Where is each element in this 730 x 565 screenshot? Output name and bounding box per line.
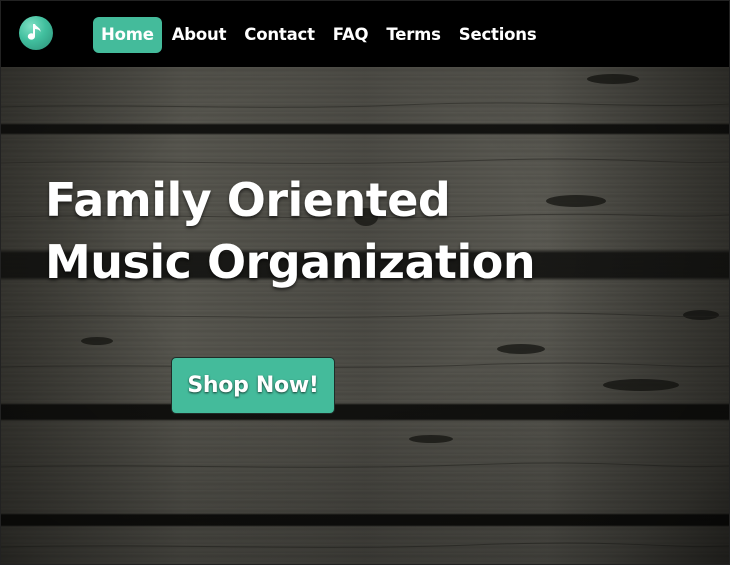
nav-terms[interactable]: Terms	[378, 17, 448, 53]
nav-about[interactable]: About	[164, 17, 235, 53]
nav-faq[interactable]: FAQ	[325, 17, 377, 53]
hero-title-line-2: Music Organization	[45, 235, 536, 289]
main-nav: Home About Contact FAQ Terms Sections	[93, 17, 546, 53]
hero-vignette	[1, 67, 729, 564]
hero-title: Family Oriented Music Organization	[45, 169, 536, 293]
page: Home About Contact FAQ Terms Sections Fa…	[0, 0, 730, 565]
top-navbar: Home About Contact FAQ Terms Sections	[1, 1, 729, 67]
nav-sections[interactable]: Sections	[451, 17, 545, 53]
hero-title-line-1: Family Oriented	[45, 173, 451, 227]
nav-home[interactable]: Home	[93, 17, 162, 53]
hero-section: Family Oriented Music Organization Shop …	[1, 67, 729, 564]
wood-texture	[1, 74, 729, 548]
shop-now-button[interactable]: Shop Now!	[171, 357, 335, 414]
nav-contact[interactable]: Contact	[236, 17, 322, 53]
music-note-icon[interactable]	[19, 16, 53, 50]
